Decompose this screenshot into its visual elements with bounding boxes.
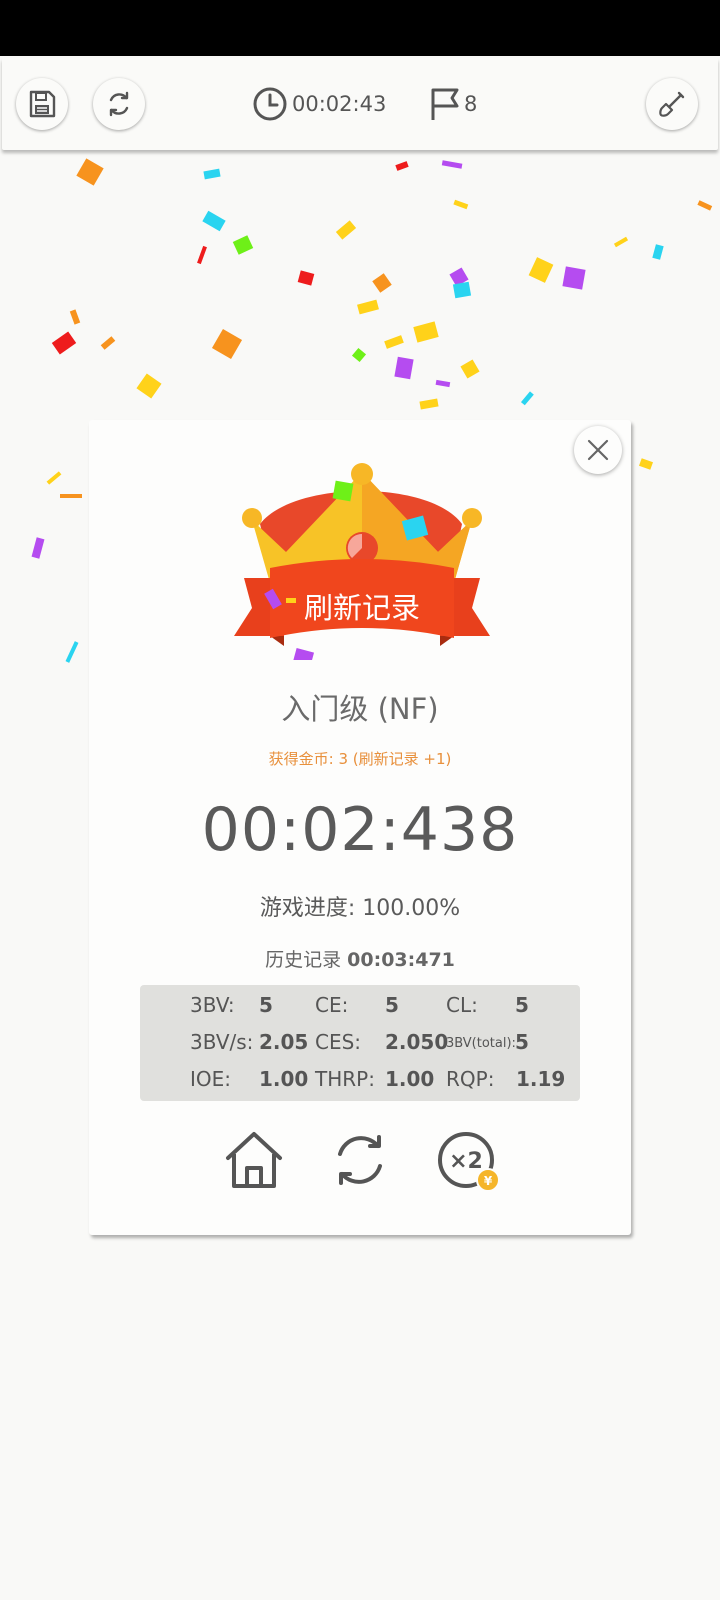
replay-button[interactable]: [328, 1128, 392, 1192]
game-progress: 游戏进度: 100.00%: [259, 896, 461, 921]
timer-text: 00:02:43: [292, 92, 387, 116]
stat-value: 5: [515, 993, 529, 1017]
difficulty-level: 入门级 (NF): [281, 692, 439, 726]
close-button[interactable]: [574, 426, 622, 474]
save-button[interactable]: [16, 78, 68, 130]
dig-mode-button[interactable]: [646, 78, 698, 130]
clock-icon: [253, 87, 287, 121]
restart-button[interactable]: [93, 78, 145, 130]
stat-label: 3BV/s:: [190, 1030, 254, 1054]
refresh-icon: [338, 1135, 382, 1185]
coin-icon: ¥: [484, 1174, 493, 1188]
flag-counter: 8: [428, 84, 477, 124]
home-button[interactable]: [222, 1128, 286, 1192]
double-coins-icon: ×2 ¥: [438, 1132, 500, 1192]
stat-value: 2.05: [259, 1030, 309, 1054]
shovel-icon: [659, 91, 685, 117]
stat-value: 1.00: [385, 1067, 435, 1091]
stat-label: IOE:: [190, 1067, 232, 1091]
stat-label: CL:: [446, 993, 478, 1017]
stat-value: 1.00: [259, 1067, 309, 1091]
stat-value: 5: [259, 993, 273, 1017]
stat-value: 1.19: [516, 1067, 566, 1091]
save-icon: [29, 90, 56, 118]
history-label: 历史记录: [265, 949, 342, 971]
stat-value: 5: [515, 1030, 529, 1054]
flag-count: 8: [464, 92, 478, 116]
status-bar: [0, 0, 720, 56]
final-time: 00:02:438: [201, 795, 519, 865]
refresh-icon: [109, 91, 129, 117]
stat-value: 5: [385, 993, 399, 1017]
history-value: 00:03:471: [347, 949, 455, 971]
game-timer: 00:02:43: [252, 84, 386, 124]
banner-label: 刷新记录: [304, 591, 420, 625]
coins-earned: 获得金币: 3 (刷新记录 +1): [268, 750, 452, 768]
record-badge: 刷新记录: [234, 463, 490, 660]
home-icon: [226, 1132, 282, 1188]
stat-label: CE:: [315, 993, 349, 1017]
double-reward-button[interactable]: ×2 ¥: [434, 1128, 500, 1192]
stats-panel: 3BV: 5 CE: 5 CL: 5 3BV/s: 2.05 CES: 2.05…: [140, 985, 580, 1101]
stat-label: CES:: [315, 1030, 362, 1054]
close-icon: [587, 439, 609, 461]
double-label: ×2: [449, 1149, 483, 1174]
history-record: 历史记录 00:03:471: [89, 945, 631, 972]
stat-label: RQP:: [446, 1067, 495, 1091]
flag-icon: [431, 88, 459, 120]
stat-label: 3BV:: [190, 993, 235, 1017]
stat-label: THRP:: [315, 1067, 375, 1091]
stat-label: 3BV(total):: [446, 1036, 516, 1051]
stat-value: 2.050: [385, 1030, 449, 1054]
